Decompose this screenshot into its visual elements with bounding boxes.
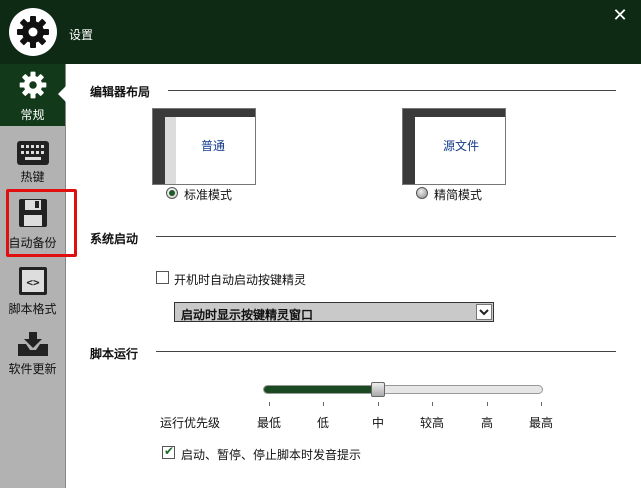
preview-panel [165, 117, 176, 184]
code-icon: <> [0, 266, 65, 296]
active-nav-caret [58, 86, 66, 102]
sidebar-item-label: 常规 [20, 108, 45, 122]
priority-tick [378, 402, 379, 406]
section-divider [156, 236, 616, 237]
preview-label: 普通 [201, 139, 226, 153]
section-divider [156, 351, 616, 352]
sidebar-item-label: 软件更新 [8, 362, 57, 376]
section-divider [168, 90, 616, 91]
keyboard-icon [0, 140, 65, 166]
startup-display-value: 启动时显示按键精灵窗口 [181, 308, 314, 322]
sidebar-item-software-update[interactable]: 软件更新 [0, 322, 65, 384]
sidebar: 常规 热键 自动备份 <> 脚本格式 软件更新 [0, 64, 66, 488]
sidebar-item-general[interactable]: 常规 [0, 64, 65, 126]
radio-standard-mode[interactable] [166, 187, 178, 199]
title-bar: 设置 ✕ [0, 0, 641, 64]
layout-preview-standard[interactable]: 普通 [152, 108, 256, 185]
preview-titlebar [153, 109, 255, 117]
sidebar-item-label: 热键 [20, 170, 45, 184]
priority-tick [541, 402, 542, 406]
checkmark-icon: ✔ [164, 444, 175, 458]
preview-label: 源文件 [443, 139, 480, 153]
priority-slider-fill [264, 386, 379, 393]
sound-prompt-label: 启动、暂停、停止脚本时发音提示 [181, 448, 362, 462]
sound-prompt-checkbox[interactable]: ✔ [162, 444, 175, 459]
preview-titlebar [403, 109, 505, 117]
settings-panel: 编辑器布局 普通 标准模式 源文件 精简模式 系统启动 开机时自动启动按键精灵 … [66, 64, 641, 488]
priority-tick [269, 402, 270, 406]
radio-compact-mode[interactable] [416, 187, 428, 199]
autostart-label: 开机时自动启动按键精灵 [174, 273, 307, 287]
priority-level-label: 最高 [528, 416, 554, 430]
sidebar-item-label: 脚本格式 [8, 302, 57, 316]
svg-text:<>: <> [26, 276, 40, 289]
radio-label-compact: 精简模式 [434, 188, 483, 202]
priority-tick [432, 402, 433, 406]
priority-level-label: 较高 [419, 416, 445, 430]
close-button[interactable]: ✕ [610, 6, 630, 26]
window-title: 设置 [69, 28, 94, 42]
section-title-editor-layout: 编辑器布局 [90, 85, 151, 99]
section-title-script-run: 脚本运行 [90, 347, 139, 361]
preview-sidebar [403, 117, 415, 184]
startup-display-select[interactable]: 启动时显示按键精灵窗口 [174, 302, 494, 322]
sidebar-item-script-format[interactable]: <> 脚本格式 [0, 260, 65, 322]
priority-label: 运行优先级 [160, 416, 221, 430]
gear-logo-icon [9, 8, 57, 56]
priority-level-label: 最低 [256, 416, 282, 430]
chevron-down-icon[interactable] [476, 304, 492, 320]
radio-label-standard: 标准模式 [184, 188, 233, 202]
sidebar-item-hotkeys[interactable]: 热键 [0, 134, 65, 196]
priority-slider-handle[interactable] [371, 382, 385, 397]
priority-level-label: 低 [316, 416, 330, 430]
gear-icon [0, 70, 65, 100]
priority-tick [487, 402, 488, 406]
layout-preview-compact[interactable]: 源文件 [402, 108, 506, 185]
priority-level-label: 高 [480, 416, 494, 430]
autostart-checkbox[interactable] [156, 271, 169, 284]
preview-sidebar [153, 117, 165, 184]
priority-slider-track[interactable] [263, 385, 543, 394]
download-icon [0, 330, 65, 358]
priority-level-label: 中 [371, 416, 385, 430]
section-title-system-startup: 系统启动 [90, 232, 139, 246]
priority-tick [323, 402, 324, 406]
